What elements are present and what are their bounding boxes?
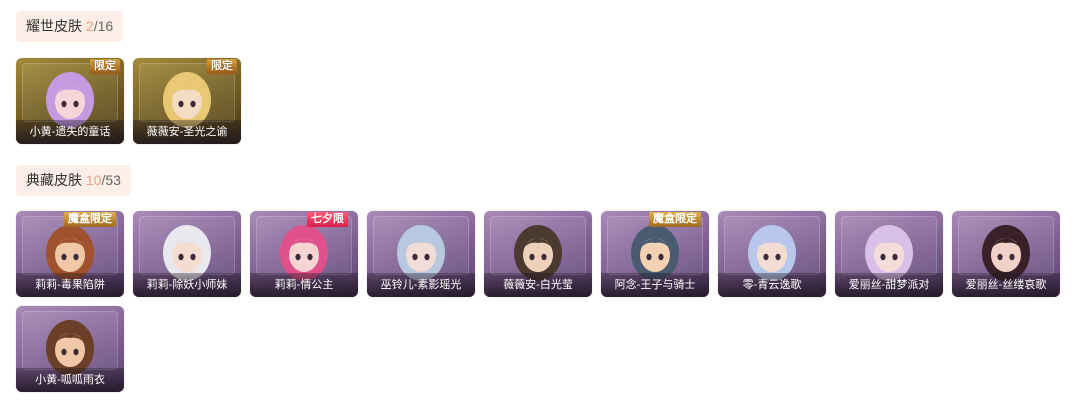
skin-name-label: 莉莉-情公主 [250, 273, 358, 297]
skin-card[interactable]: 魔盒限定莉莉-毒果陷阱 [16, 211, 124, 297]
skin-name-label: 莉莉-毒果陷阱 [16, 273, 124, 297]
skin-card[interactable]: 小黄-呱呱雨衣 [16, 306, 124, 392]
skin-grid-collection: 魔盒限定 莉莉-毒果陷阱 莉莉-除妖小师妹 七夕限 莉莉-情公主 巫铃儿-素影瑶光 薇薇安-… [16, 211, 1076, 392]
skin-name-label: 零-青云逸歌 [718, 273, 826, 297]
skin-card[interactable]: 魔盒限定阿念-王子与骑士 [601, 211, 709, 297]
owned-count: 2 [85, 18, 94, 34]
skin-name-label: 爱丽丝-甜梦派对 [835, 273, 943, 297]
skin-card[interactable]: 限定薇薇安-圣光之谕 [133, 58, 241, 144]
section-header-legendary: 耀世皮肤 2/16 [16, 11, 124, 42]
skin-grid-legendary: 限定 小黄-遗失的童话 限定 薇薇安-圣光之谕 [16, 58, 1076, 144]
skin-name-label: 阿念-王子与骑士 [601, 273, 709, 297]
owned-count: 10 [85, 172, 102, 188]
skin-card[interactable]: 巫铃儿-素影瑶光 [367, 211, 475, 297]
skin-card[interactable]: 七夕限莉莉-情公主 [250, 211, 358, 297]
section-header-collection: 典藏皮肤 10/53 [16, 165, 131, 196]
skin-name-label: 薇薇安-白光莹 [484, 273, 592, 297]
skin-card[interactable]: 薇薇安-白光莹 [484, 211, 592, 297]
skin-name-label: 薇薇安-圣光之谕 [133, 120, 241, 144]
skin-name-label: 爱丽丝-丝缕哀歌 [952, 273, 1060, 297]
limited-badge: 魔盒限定 [649, 212, 701, 227]
skin-card[interactable]: 限定小黄-遗失的童话 [16, 58, 124, 144]
skin-card[interactable]: 爱丽丝-甜梦派对 [835, 211, 943, 297]
skin-card[interactable]: 莉莉-除妖小师妹 [133, 211, 241, 297]
limited-badge: 限定 [90, 59, 120, 74]
limited-badge: 限定 [207, 59, 237, 74]
total-count: /16 [93, 18, 114, 34]
skin-name-label: 巫铃儿-素影瑶光 [367, 273, 475, 297]
skin-name-label: 小黄-呱呱雨衣 [16, 368, 124, 392]
limited-badge: 七夕限 [307, 212, 348, 227]
skin-card[interactable]: 零-青云逸歌 [718, 211, 826, 297]
section-title: 耀世皮肤 [26, 18, 82, 34]
skin-name-label: 莉莉-除妖小师妹 [133, 273, 241, 297]
section-title: 典藏皮肤 [26, 172, 82, 188]
limited-badge: 魔盒限定 [64, 212, 116, 227]
section-tag: 典藏皮肤 10/53 [16, 165, 131, 196]
skin-card[interactable]: 爱丽丝-丝缕哀歌 [952, 211, 1060, 297]
skin-name-label: 小黄-遗失的童话 [16, 120, 124, 144]
total-count: /53 [101, 172, 121, 188]
section-tag: 耀世皮肤 2/16 [16, 11, 124, 42]
